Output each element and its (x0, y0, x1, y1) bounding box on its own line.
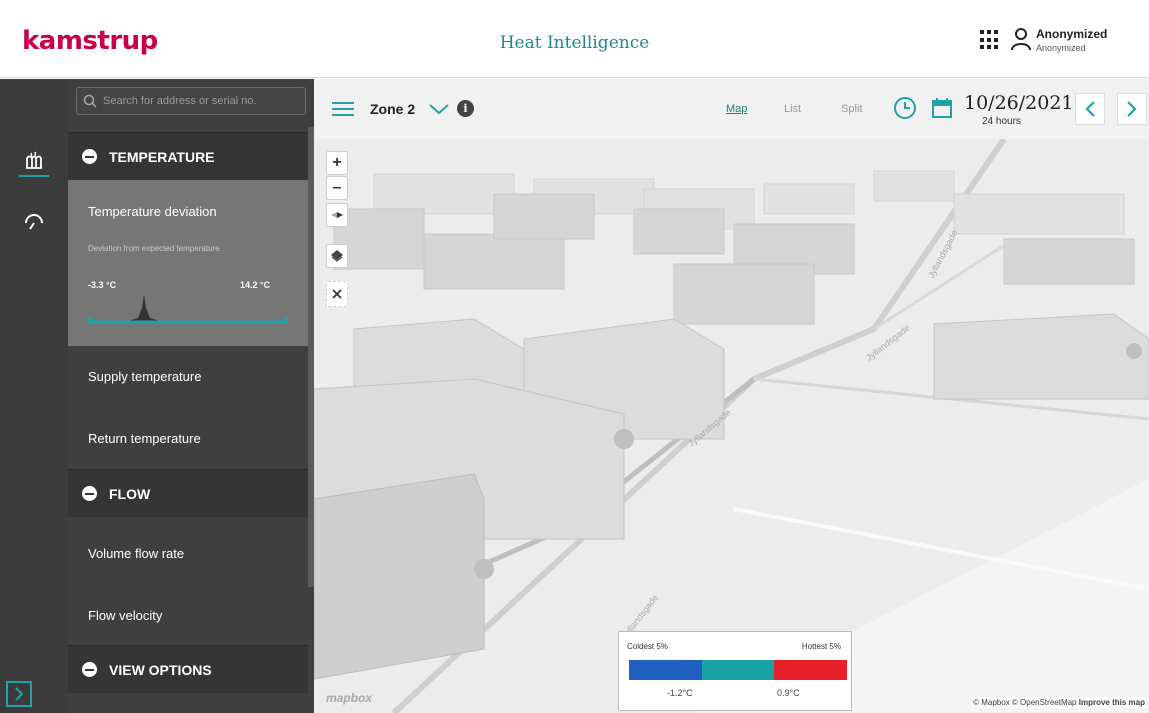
legend-coldest-label: Coldest 5% (627, 642, 668, 651)
calendar-icon[interactable] (931, 97, 953, 119)
heat-network-nav[interactable] (19, 147, 49, 177)
map-legend: Coldest 5% Hottest 5% -1.2°C 0.9°C (618, 631, 852, 711)
slider-handle-max[interactable] (282, 317, 288, 324)
section-flow-label: FLOW (109, 485, 151, 502)
section-view-options-label: VIEW OPTIONS (109, 661, 212, 678)
zoom-out-button[interactable]: – (326, 176, 348, 200)
zoom-in-button[interactable]: + (326, 151, 348, 175)
left-rail (0, 79, 68, 713)
apps-grid-icon[interactable] (980, 30, 1000, 50)
section-flow[interactable]: FLOW (68, 469, 308, 517)
zone-selector[interactable]: Zone 2 (370, 101, 415, 117)
section-temperature[interactable]: TEMPERATURE (68, 132, 308, 180)
map-toolbar: Zone 2 i Map List Split 10/26/2021 24 ho… (314, 79, 1149, 139)
layer-description: Deviation from expected temperature (88, 244, 220, 253)
collapse-icon (82, 662, 97, 677)
close-box-icon (332, 289, 342, 299)
slider-handle-min[interactable] (88, 317, 94, 324)
compass-icon (331, 212, 343, 218)
next-date-button[interactable] (1117, 93, 1147, 125)
range-max-label: 14.2 °C (240, 280, 271, 290)
selected-period: 24 hours (982, 116, 1021, 127)
legend-low-value: -1.2°C (667, 688, 693, 698)
legend-hottest-label: Hottest 5% (801, 642, 841, 651)
chevron-right-icon (15, 687, 24, 701)
user-name[interactable]: Anonymized (1036, 27, 1107, 41)
view-split-tab[interactable]: Split (841, 103, 862, 115)
section-view-options[interactable]: VIEW OPTIONS (68, 645, 308, 693)
map-view[interactable]: Jyllandsgade Jyllandsgade Jyllandsgade J… (314, 79, 1149, 713)
collapse-icon (82, 486, 97, 501)
menu-icon[interactable] (332, 101, 354, 117)
layer-label: Temperature deviation (88, 204, 217, 219)
fit-bounds-button[interactable] (326, 281, 348, 307)
legend-high-value: 0.9°C (777, 688, 800, 698)
map-attribution[interactable]: © Mapbox © OpenStreetMap Improve this ma… (971, 697, 1147, 708)
layer-panel: TEMPERATURE Temperature deviation Deviat… (68, 79, 314, 713)
layer-volume-flow-rate[interactable]: Volume flow rate (68, 523, 308, 583)
view-list-tab[interactable]: List (784, 103, 801, 115)
info-icon[interactable]: i (457, 100, 474, 117)
chevron-left-icon (1085, 101, 1095, 117)
expand-panel-button[interactable] (6, 681, 32, 707)
search-input[interactable] (77, 88, 305, 114)
user-icon[interactable] (1010, 27, 1032, 51)
app-root: kamstrup Heat Intelligence Anonymized An… (0, 0, 1149, 713)
search-icon (83, 94, 97, 108)
previous-date-button[interactable] (1075, 93, 1105, 125)
user-subtitle: Anonymized (1036, 43, 1086, 53)
legend-color-bar (629, 660, 848, 680)
histogram-shape (92, 294, 284, 322)
legend-hot-swatch (774, 660, 848, 680)
app-header: kamstrup Heat Intelligence Anonymized An… (0, 0, 1149, 78)
mapbox-logo[interactable]: mapbox (326, 691, 372, 705)
chevron-right-icon (1127, 101, 1137, 117)
map-3d-scene[interactable] (314, 79, 1149, 713)
legend-cold-swatch (629, 660, 702, 680)
app-title: Heat Intelligence (499, 33, 650, 53)
attribution-text[interactable]: © Mapbox © OpenStreetMap (973, 698, 1076, 707)
collapse-icon (82, 149, 97, 164)
legend-mid-swatch (701, 660, 775, 680)
layer-supply-temperature[interactable]: Supply temperature (68, 346, 308, 406)
kamstrup-logo[interactable]: kamstrup (22, 26, 158, 56)
range-min-label: -3.3 °C (88, 280, 117, 290)
view-map-tab[interactable]: Map (726, 103, 747, 115)
heat-radiator-icon (26, 151, 42, 169)
improve-map-link[interactable]: Improve this map (1079, 698, 1145, 707)
clock-icon[interactable] (893, 96, 917, 120)
compass-button[interactable] (326, 203, 348, 227)
layers-button[interactable] (326, 244, 348, 268)
selected-date[interactable]: 10/26/2021 (964, 92, 1074, 114)
search-box (76, 87, 306, 115)
gauge-icon (25, 214, 43, 230)
layers-icon (331, 250, 343, 262)
layer-temperature-deviation[interactable]: Temperature deviation Deviation from exp… (68, 180, 308, 346)
section-temperature-label: TEMPERATURE (109, 148, 215, 165)
layer-return-temperature[interactable]: Return temperature (68, 408, 308, 468)
layer-flow-velocity[interactable]: Flow velocity (68, 585, 308, 645)
meter-nav[interactable] (19, 205, 49, 235)
chevron-down-icon[interactable] (428, 99, 450, 119)
range-slider[interactable] (88, 292, 288, 324)
